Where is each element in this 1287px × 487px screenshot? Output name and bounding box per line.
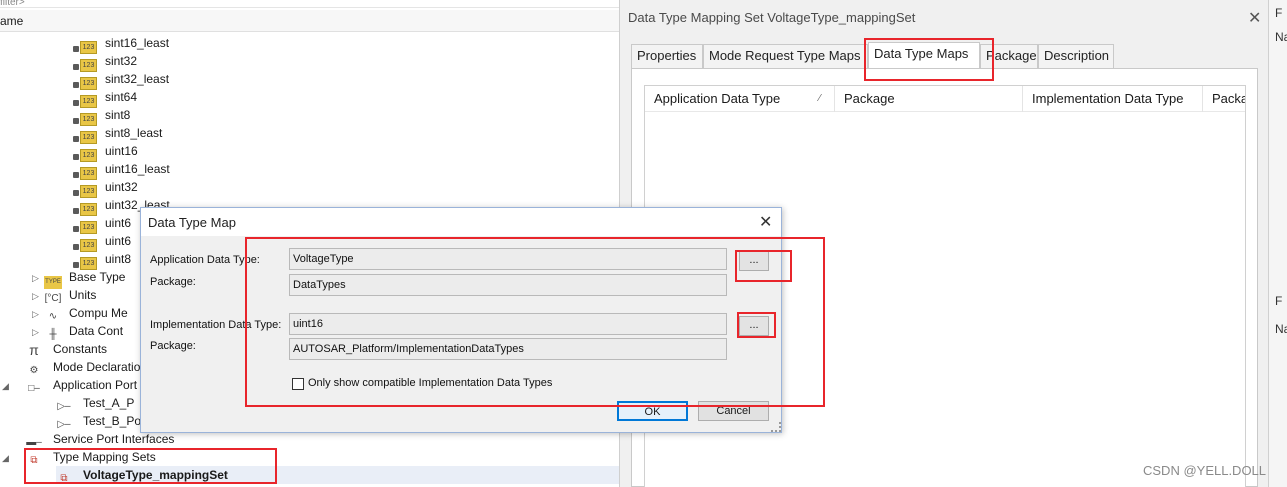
- tree-item-label: Mode Declaratio: [53, 360, 141, 374]
- tree-item-label: uint6: [105, 216, 132, 230]
- tree-item-label: sint8_least: [105, 126, 163, 140]
- tree-item-label: Type Mapping Sets: [53, 450, 156, 464]
- tree-item-label: sint64: [105, 90, 138, 104]
- port-interface-icon: □–: [28, 383, 40, 394]
- column-application-data-type[interactable]: Application Data Type ⁄: [645, 86, 835, 112]
- implementation-package-field[interactable]: AUTOSAR_Platform/ImplementationDataTypes: [289, 338, 727, 360]
- tree-item-sint32-least[interactable]: 123 sint32_least: [73, 70, 170, 90]
- browse-application-type-button[interactable]: ...: [739, 251, 769, 271]
- tree-item-voltage-mapping-set[interactable]: ⧉ VoltageType_mappingSet: [56, 466, 620, 484]
- tab-description[interactable]: Description: [1038, 44, 1114, 68]
- tree-item-label: uint16_least: [105, 162, 170, 176]
- tree-item-uint32[interactable]: 123 uint32: [73, 178, 138, 198]
- resize-grip-icon[interactable]: [771, 422, 781, 432]
- tree-item-port-a[interactable]: ▷– Test_A_P: [56, 394, 134, 412]
- sliver-label-n1: Na: [1275, 30, 1287, 44]
- filter-strip[interactable]: filter>: [0, 0, 620, 8]
- application-data-type-label: Application Data Type:: [150, 254, 260, 266]
- tree-item-label: uint6: [105, 234, 132, 248]
- tree-item-uint6b[interactable]: 123 uint6: [73, 232, 132, 252]
- column-implementation-data-type[interactable]: Implementation Data Type: [1023, 86, 1203, 112]
- application-package-field[interactable]: DataTypes: [289, 274, 727, 296]
- window-title: Data Type Mapping Set VoltageType_mappin…: [628, 10, 916, 25]
- sliver-label-n2: Na: [1275, 322, 1287, 336]
- expand-arrow-icon[interactable]: ▷: [32, 305, 44, 323]
- compatible-only-label[interactable]: Only show compatible Implementation Data…: [308, 377, 552, 389]
- tree-group-base-type[interactable]: ▷ TYPE Base Type: [32, 268, 126, 289]
- tree-item-sint8[interactable]: 123 sint8: [73, 106, 131, 126]
- tree-item-uint6a[interactable]: 123 uint6: [73, 214, 132, 234]
- implementation-data-type-label: Implementation Data Type:: [150, 319, 282, 331]
- column-package[interactable]: Package: [835, 86, 1023, 112]
- tree-group-label: Data Cont: [69, 324, 124, 338]
- tree-group-units[interactable]: ▷ [°C] Units: [32, 286, 96, 304]
- collapse-arrow-icon[interactable]: ◢: [2, 377, 26, 395]
- implementation-data-type-field[interactable]: uint16: [289, 313, 727, 335]
- data-type-map-dialog: Data Type Map ✕ Application Data Type: V…: [140, 207, 782, 433]
- column-label: Application Data Type: [654, 91, 781, 106]
- compatible-only-checkbox[interactable]: [292, 378, 304, 390]
- close-icon[interactable]: ✕: [1248, 8, 1261, 28]
- expand-arrow-icon[interactable]: ▷: [32, 323, 44, 341]
- watermark: CSDN @YELL.DOLL: [1143, 463, 1267, 478]
- application-package-label: Package:: [150, 276, 196, 288]
- ok-button[interactable]: OK: [617, 401, 688, 421]
- implementation-package-label: Package:: [150, 340, 196, 352]
- tree-group-label: Compu Me: [69, 306, 128, 320]
- tree-item-label: sint8: [105, 108, 131, 122]
- tree-item-label: sint32_least: [105, 72, 170, 86]
- tree-item-uint8[interactable]: 123 uint8: [73, 250, 132, 270]
- expand-arrow-icon[interactable]: ▷: [32, 269, 44, 287]
- tree-item-label: sint16_least: [105, 36, 170, 50]
- tree-item-type-mapping-sets[interactable]: ◢ ⧉ Type Mapping Sets: [2, 448, 156, 466]
- tree-group-label: Units: [69, 288, 97, 302]
- tab-data-type-maps[interactable]: Data Type Maps: [868, 42, 980, 69]
- expand-arrow-icon[interactable]: ▷: [32, 287, 44, 305]
- mapping-set-folder-icon: ⧉: [30, 455, 38, 466]
- tree-item-constants[interactable]: π Constants: [26, 340, 107, 358]
- cancel-button[interactable]: Cancel: [698, 401, 769, 421]
- tree-item-uint16-least[interactable]: 123 uint16_least: [73, 160, 170, 180]
- tree-item-mode-declarations[interactable]: ⚙ Mode Declaratio: [26, 358, 141, 376]
- tree-item-label: Service Port Interfaces: [53, 432, 175, 446]
- tree-item-label: Test_B_Po: [83, 414, 142, 428]
- collapse-arrow-icon[interactable]: ◢: [2, 449, 26, 467]
- tree-item-label: VoltageType_mappingSet: [83, 468, 228, 482]
- dialog-title: Data Type Map: [148, 215, 236, 230]
- tree-item-label: Application Port: [53, 378, 138, 392]
- pi-icon: π: [29, 342, 39, 358]
- tab-mode-request-type-maps[interactable]: Mode Request Type Maps: [703, 44, 868, 68]
- dialog-titlebar: Data Type Map ✕: [141, 208, 781, 236]
- sliver-label-f2: F: [1275, 294, 1283, 308]
- tree-item-sint64[interactable]: 123 sint64: [73, 88, 138, 108]
- mapping-set-icon: ⧉: [60, 473, 68, 484]
- tree-item-uint16[interactable]: 123 uint16: [73, 142, 138, 162]
- tree-item-sint32[interactable]: 123 sint32: [73, 52, 138, 72]
- tree-item-application-port[interactable]: ◢ □– Application Port: [2, 376, 137, 394]
- tree-item-label: uint32: [105, 180, 138, 194]
- tree-item-label: uint16: [105, 144, 138, 158]
- tree-item-port-b[interactable]: ▷– Test_B_Po: [56, 412, 141, 430]
- tree-item-label: Constants: [53, 342, 108, 356]
- tree-item-label: sint32: [105, 54, 138, 68]
- tree-item-label: uint8: [105, 252, 132, 266]
- browse-implementation-type-button[interactable]: ...: [739, 316, 769, 336]
- tree-group-compu-methods[interactable]: ▷ ∿ Compu Me: [32, 304, 128, 322]
- close-icon[interactable]: ✕: [759, 212, 772, 232]
- tree-item-label: Test_A_P: [83, 396, 135, 410]
- side-properties-sliver: F Na F Na: [1268, 0, 1287, 487]
- tree-group-label: Base Type: [69, 270, 126, 284]
- tree-group-data-constraints[interactable]: ▷ ╫ Data Cont: [32, 322, 123, 340]
- sliver-label-f1: F: [1275, 6, 1283, 20]
- tree-name-column-header[interactable]: ame: [0, 10, 620, 32]
- application-data-type-field[interactable]: VoltageType: [289, 248, 727, 270]
- column-package-2[interactable]: Packa: [1203, 86, 1245, 112]
- sort-indicator-icon: ⁄: [819, 93, 821, 104]
- tree-item-sint16-least[interactable]: 123 sint16_least: [73, 34, 170, 54]
- tab-properties[interactable]: Properties: [631, 44, 703, 68]
- grid-header: Application Data Type ⁄ Package Implement…: [645, 86, 1245, 112]
- tab-package[interactable]: Package: [980, 44, 1038, 68]
- tree-item-sint8-least[interactable]: 123 sint8_least: [73, 124, 163, 144]
